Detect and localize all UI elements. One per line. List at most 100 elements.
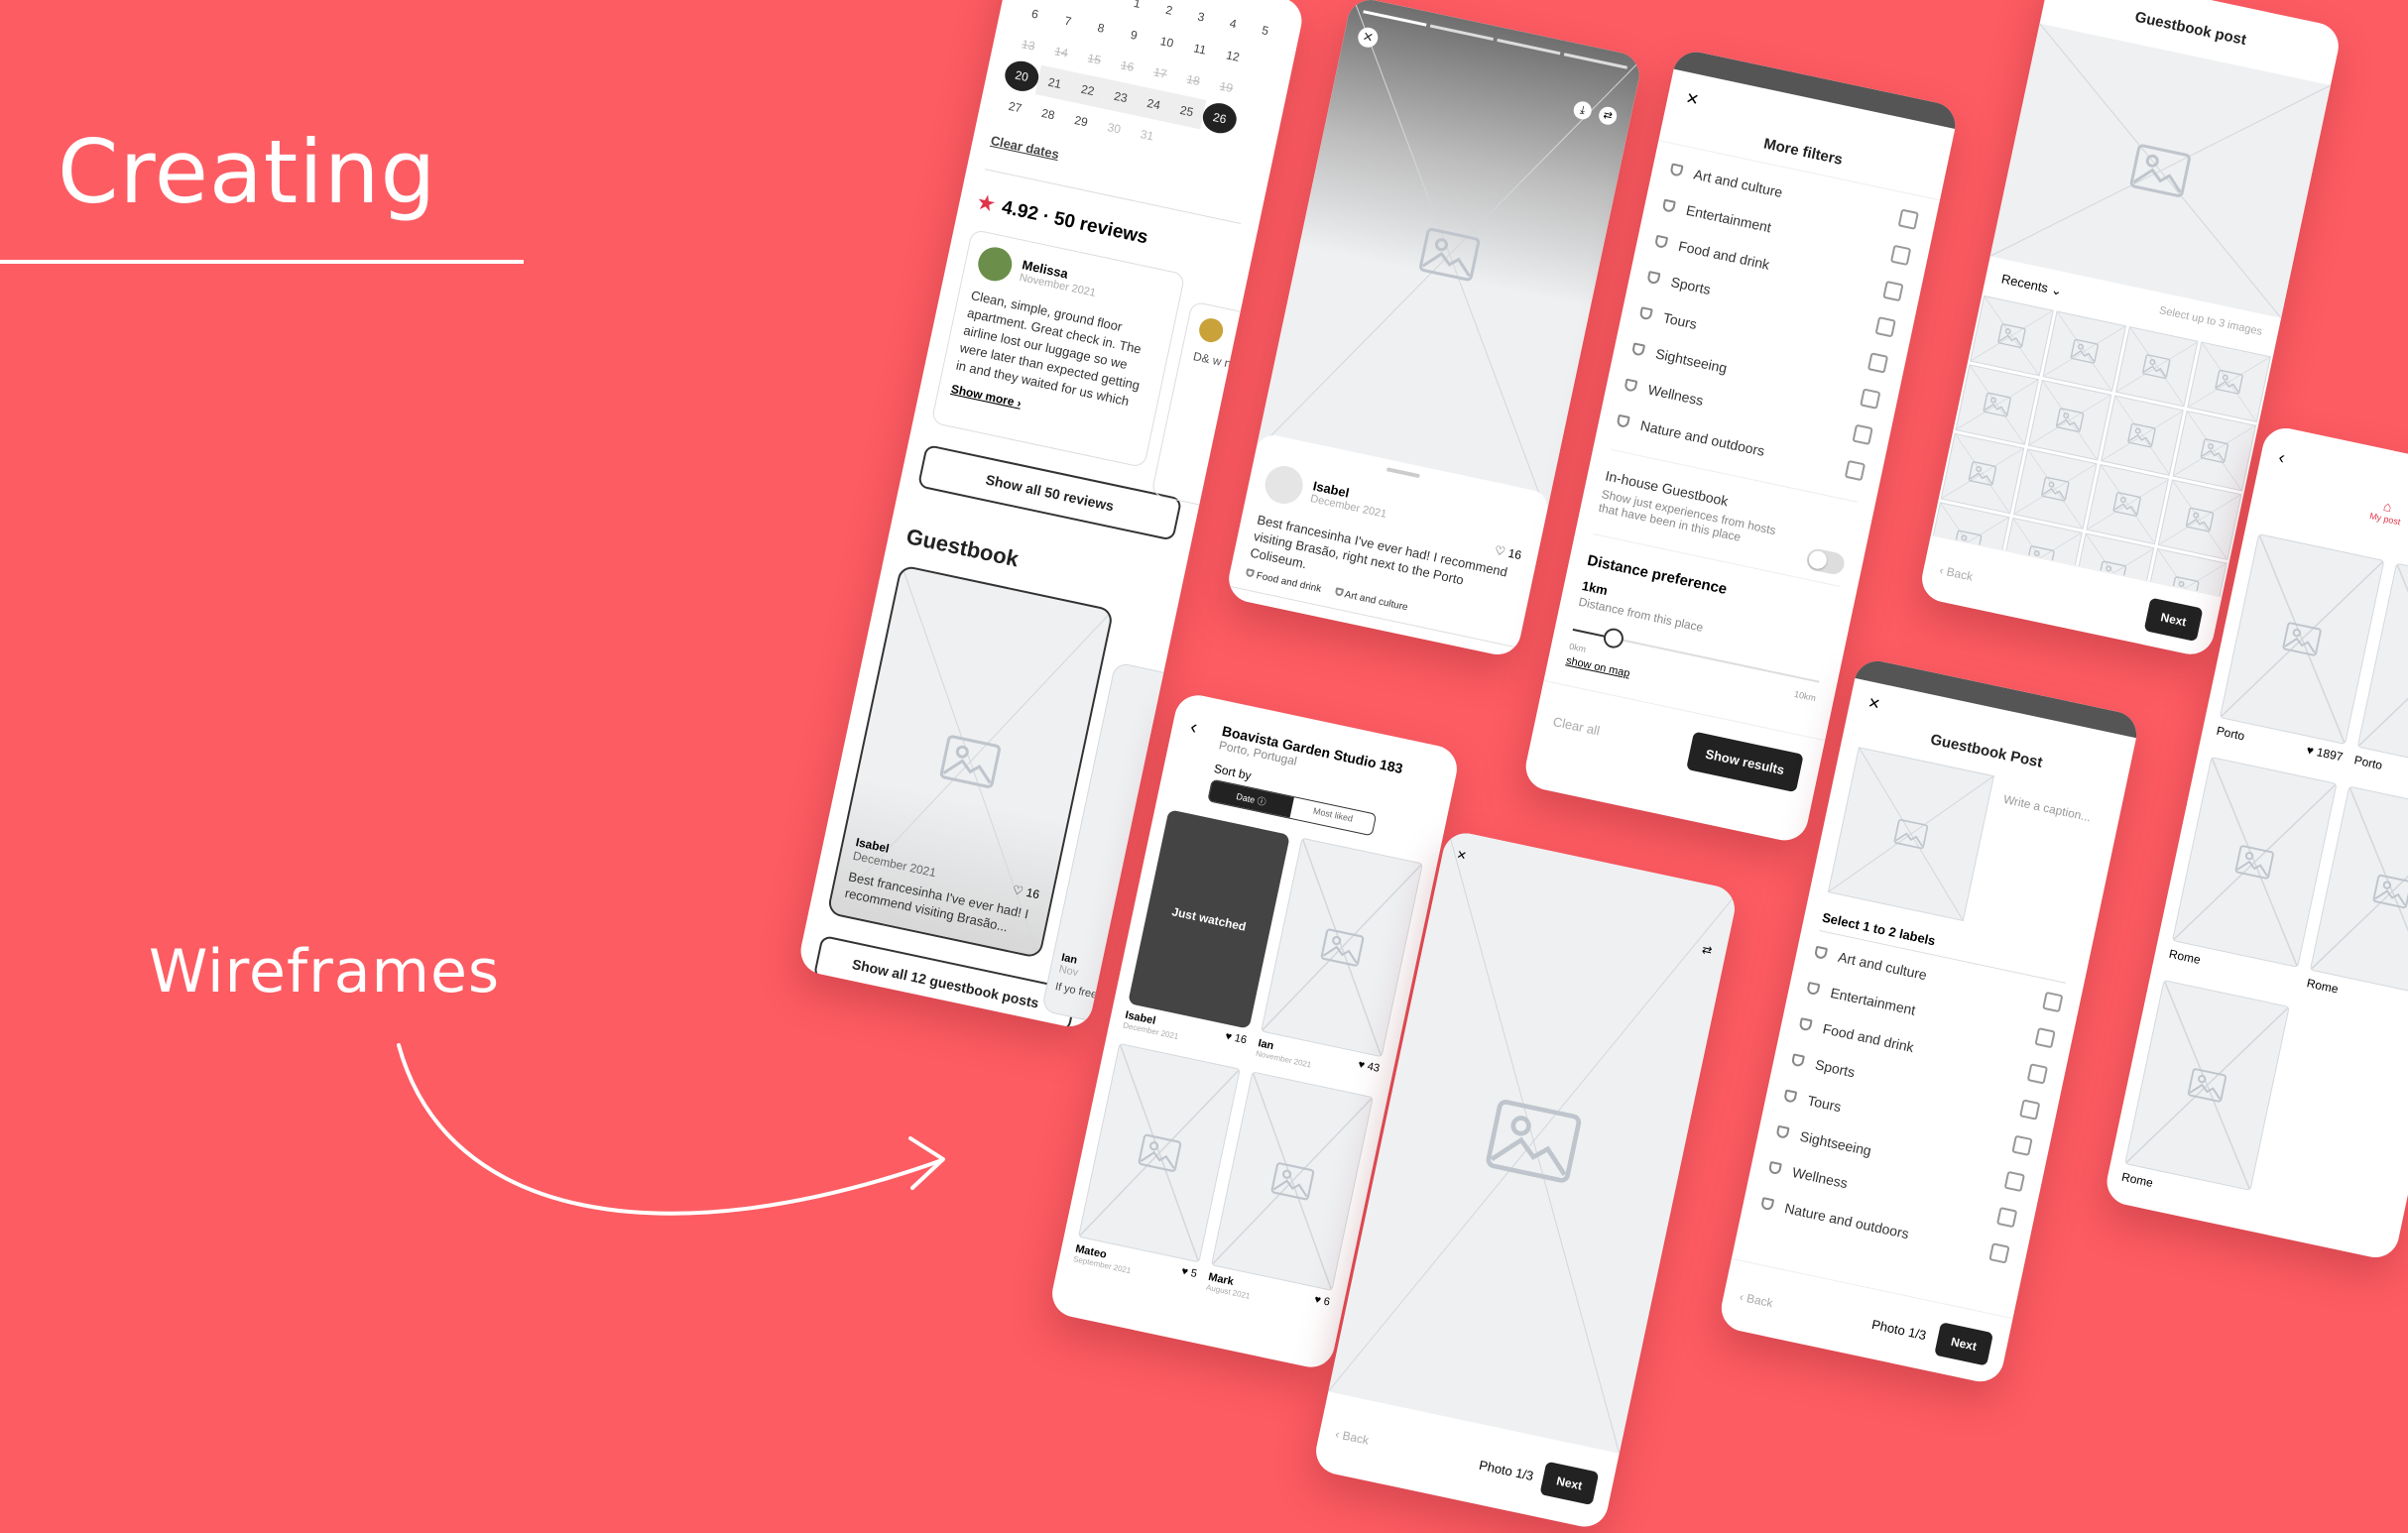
category-icon	[1654, 234, 1669, 249]
label-label: Sports	[1813, 1055, 1857, 1080]
like-count[interactable]: ♥ 1897	[2305, 743, 2344, 764]
like-count[interactable]	[2246, 1197, 2249, 1211]
checkbox[interactable]	[2042, 991, 2064, 1012]
category-icon	[1616, 413, 1630, 428]
checkbox[interactable]	[1844, 459, 1866, 481]
thumbnail[interactable]	[2187, 341, 2271, 422]
my-post-item[interactable]: Rome	[2168, 757, 2338, 987]
thumbnail[interactable]	[1917, 640, 1981, 659]
checkbox[interactable]	[2034, 1026, 2056, 1048]
city-label: Rome	[2167, 946, 2203, 968]
next-button[interactable]: Next	[1539, 1461, 1600, 1506]
checkbox[interactable]	[1866, 351, 1889, 374]
heart-icon: ♡	[1011, 882, 1025, 898]
my-post-item[interactable]: Porto ♥ 1897	[2215, 533, 2385, 765]
label-list: Art and culture Entertainment Food and dri…	[1741, 927, 2084, 1278]
city-label: Porto	[2215, 723, 2246, 744]
back-icon: ‹	[1334, 1426, 1342, 1442]
calendar: 1 2 3 4 5 6 7 8 9 10 11 12 13 14 15 16 17 18 19 20 21 22 23 24 2…	[972, 0, 1306, 205]
label-label: Tours	[1806, 1092, 1844, 1115]
slider-handle[interactable]	[1602, 626, 1625, 650]
thumbnail[interactable]	[2158, 479, 2242, 560]
thumbnail[interactable]	[2042, 310, 2126, 392]
inhouse-toggle[interactable]	[1804, 546, 1847, 577]
like-count[interactable]	[2294, 974, 2297, 988]
checkbox[interactable]	[2026, 1062, 2049, 1085]
gallery-image[interactable]	[1210, 1071, 1374, 1291]
checkbox[interactable]	[2011, 1134, 2033, 1156]
like-count[interactable]: ♥ 43	[1357, 1059, 1381, 1075]
category-icon	[1624, 378, 1638, 393]
post-image[interactable]	[2219, 533, 2385, 745]
city-label: Porto	[2352, 753, 2384, 772]
photo-counter: Photo 1/3	[1870, 1316, 1928, 1344]
back-icon: ‹	[1938, 562, 1946, 577]
thumbnail[interactable]	[2100, 395, 2184, 476]
avatar	[1262, 462, 1307, 508]
review-card[interactable]: Melissa November 2021 Clean, simple, gro…	[930, 228, 1186, 469]
checkbox[interactable]	[1890, 244, 1912, 266]
recents-dropdown[interactable]: Recents ⌄	[2000, 271, 2064, 299]
thumbnail[interactable]	[1970, 295, 2054, 377]
post-image[interactable]	[2124, 980, 2290, 1191]
like-count[interactable]: ♡ 16	[1494, 543, 1523, 562]
filter-label: Tours	[1661, 308, 1699, 332]
city-label: Rome	[2305, 976, 2340, 997]
thumbnail[interactable]	[1940, 432, 2024, 515]
back-button[interactable]: ‹ Back	[1334, 1427, 1370, 1448]
calendar-day[interactable]: 28	[1028, 96, 1067, 132]
placeholder-cross	[1917, 641, 1980, 659]
thumbnail[interactable]	[2114, 326, 2199, 408]
next-button[interactable]: Next	[1934, 1321, 1994, 1366]
checkbox[interactable]	[1897, 208, 1920, 230]
like-count[interactable]: ♥ 16	[1224, 1030, 1248, 1046]
heart-icon: ♡	[1493, 542, 1507, 559]
label-label: Sightseeing	[1798, 1127, 1873, 1159]
gallery-image[interactable]	[1261, 837, 1423, 1058]
thumbnail[interactable]	[2027, 379, 2111, 461]
next-button[interactable]: Next	[2143, 597, 2204, 642]
category-icon	[1813, 945, 1829, 960]
like-count[interactable]: ♥ 5	[1180, 1265, 1198, 1280]
checkbox[interactable]	[1874, 315, 1896, 337]
category-icon	[1661, 198, 1677, 213]
thumbnail[interactable]	[2085, 463, 2170, 545]
checkbox[interactable]	[1860, 387, 1881, 410]
caption-input[interactable]: Write a caption...	[1977, 778, 2095, 942]
heart-icon: ♥	[1180, 1265, 1189, 1279]
thumbnail[interactable]	[2012, 448, 2098, 530]
checkbox[interactable]	[1852, 423, 1873, 445]
checkbox[interactable]	[1988, 1241, 2010, 1264]
calendar-day[interactable]: 30	[1095, 110, 1134, 146]
just-watched-card[interactable]: Just watched	[1128, 809, 1290, 1029]
checkbox[interactable]	[2003, 1170, 2026, 1192]
gallery-image[interactable]	[1077, 1042, 1241, 1263]
close-icon[interactable]: ✕	[1866, 693, 1882, 713]
calendar-day[interactable]: 29	[1061, 103, 1100, 139]
heart-icon: ♥	[1313, 1293, 1323, 1307]
category-icon	[1760, 1196, 1775, 1211]
category-icon	[1669, 162, 1684, 177]
place-name[interactable]: Boavista Garden Studio 183	[1234, 599, 1357, 652]
close-icon[interactable]: ✕	[1684, 88, 1701, 110]
thumbnail[interactable]	[1969, 654, 2053, 659]
heart-icon: ♥	[1357, 1058, 1367, 1072]
thumbnail[interactable]	[1955, 364, 2039, 445]
thumbnail[interactable]	[2172, 410, 2257, 492]
like-count[interactable]: ♥ 6	[1313, 1294, 1331, 1309]
show-results-button[interactable]: Show results	[1686, 731, 1804, 793]
category-icon	[1798, 1016, 1813, 1031]
calendar-day[interactable]: 27	[996, 89, 1034, 125]
my-post-item[interactable]: Rome	[2120, 980, 2290, 1210]
post-image[interactable]	[2171, 757, 2338, 968]
filter-label: Sightseeing	[1654, 344, 1729, 376]
checkbox[interactable]	[2019, 1098, 2041, 1120]
back-button[interactable]: ‹ Back	[1938, 562, 1974, 583]
checkbox[interactable]	[1996, 1206, 2018, 1228]
back-button[interactable]: ‹ Back	[1739, 1289, 1774, 1310]
category-icon	[1631, 341, 1646, 357]
label-label: Wellness	[1790, 1163, 1850, 1191]
calendar-day[interactable]: 31	[1128, 117, 1166, 153]
clear-all-link[interactable]: Clear all	[1552, 714, 1602, 739]
checkbox[interactable]	[1882, 280, 1904, 301]
